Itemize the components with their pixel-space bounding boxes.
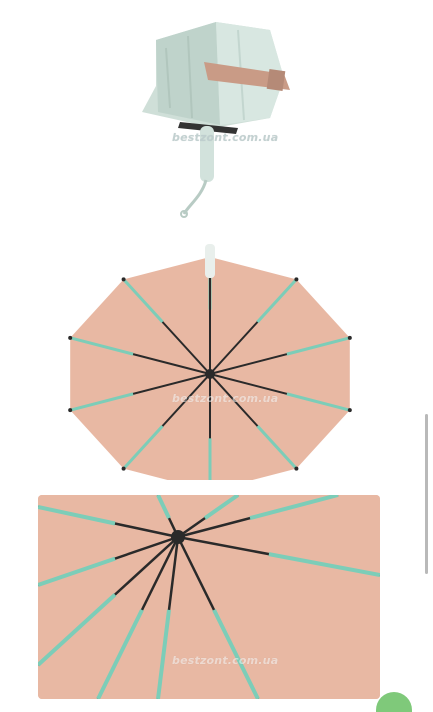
rib-tip xyxy=(347,335,352,340)
folded-umbrella-illustration xyxy=(38,0,380,230)
watermark-text: bestzont.com.ua xyxy=(172,654,279,667)
open-umbrella-illustration xyxy=(38,234,380,480)
product-photo-folded[interactable]: bestzont.com.ua xyxy=(38,0,380,230)
product-image-gallery: bestzont.com.ua bestzont.com.ua bestzont… xyxy=(0,0,433,699)
umbrella-handle xyxy=(205,244,215,278)
umbrella-frame-closeup-illustration xyxy=(38,495,380,699)
rib-tip xyxy=(121,466,126,471)
rib-tip xyxy=(294,466,299,471)
rib-tip xyxy=(68,408,73,413)
rib-tip xyxy=(294,277,299,282)
rib-tip xyxy=(68,335,73,340)
product-photo-open[interactable]: bestzont.com.ua xyxy=(38,234,380,480)
rib-tip xyxy=(347,408,352,413)
vertical-scrollbar[interactable] xyxy=(425,414,428,574)
frame-hub xyxy=(171,530,185,544)
watermark-text: bestzont.com.ua xyxy=(172,392,279,405)
watermark-text: bestzont.com.ua xyxy=(172,131,279,144)
rib-tip xyxy=(121,277,126,282)
product-photo-closeup[interactable]: bestzont.com.ua xyxy=(38,495,380,699)
